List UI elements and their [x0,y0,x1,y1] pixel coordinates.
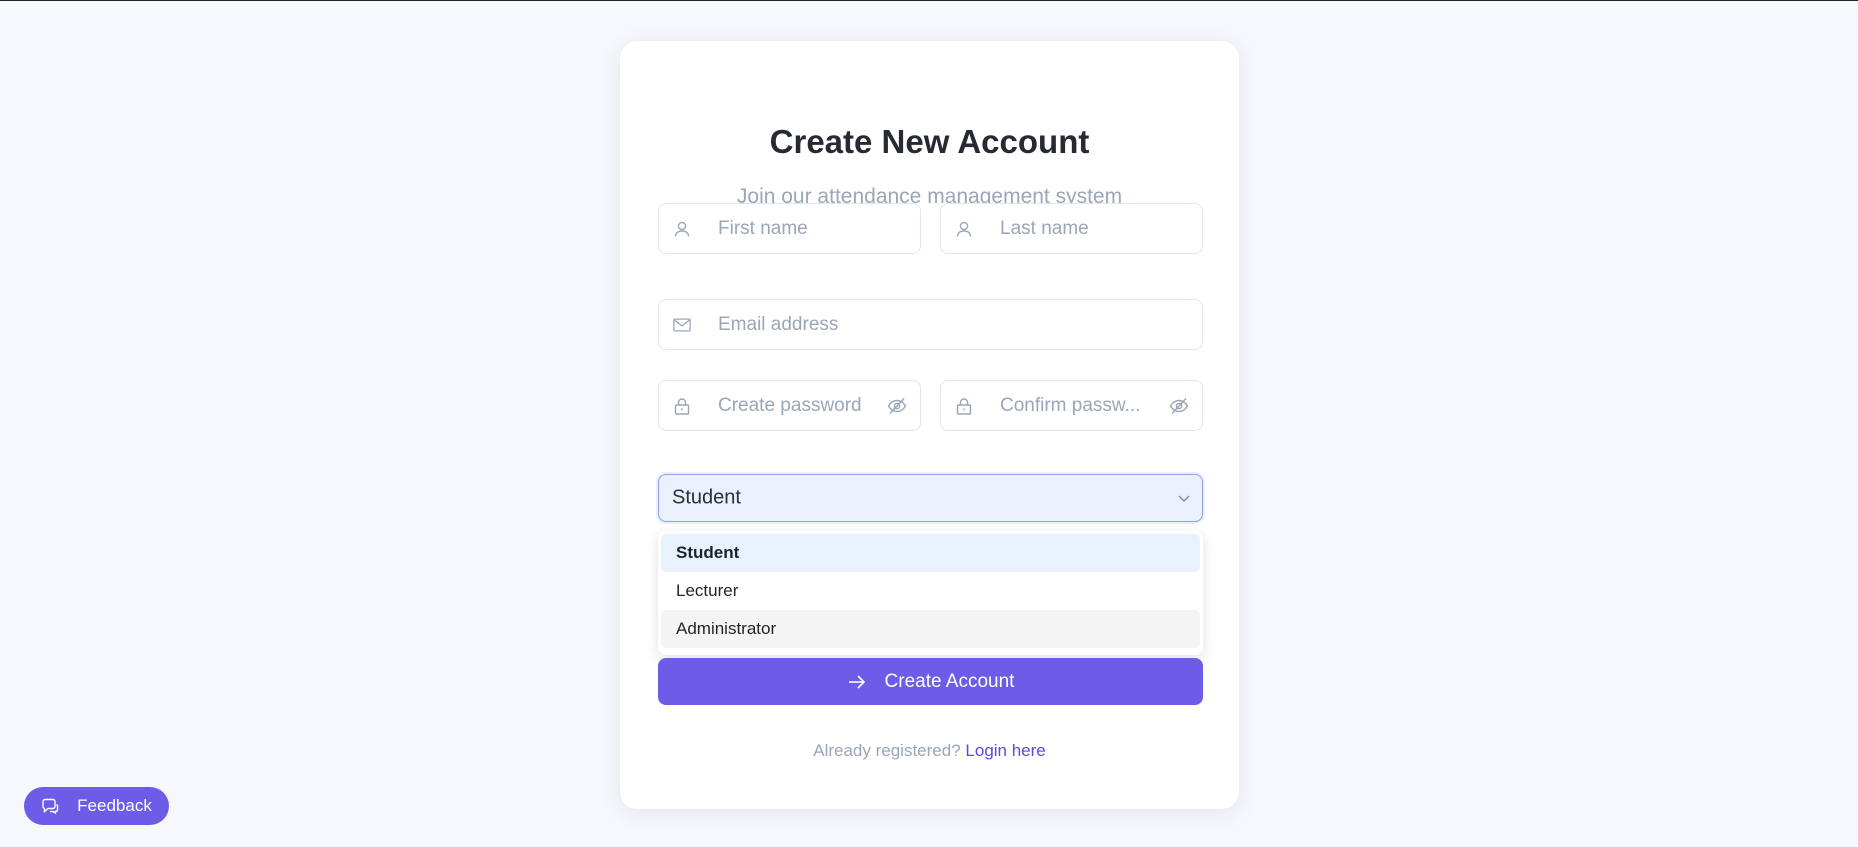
create-account-button[interactable]: Create Account [658,658,1203,705]
login-link[interactable]: Login here [965,741,1045,760]
login-prompt: Already registered? Login here [620,741,1239,761]
first-name-placeholder: First name [718,217,808,239]
signup-card: Create New Account Join our attendance m… [619,40,1240,810]
role-select-value: Student [672,486,741,509]
top-border [0,0,1858,1]
chat-icon [41,798,59,814]
password-field[interactable]: Create password [658,380,921,431]
role-dropdown-menu: Student Lecturer Administrator [658,531,1203,655]
confirm-password-field[interactable]: Confirm passw... [940,380,1203,431]
chevron-down-icon [1176,490,1192,506]
page-title: Create New Account [769,123,1090,160]
email-placeholder: Email address [718,313,839,335]
feedback-label: Feedback [77,796,152,815]
user-icon [673,220,691,238]
lock-icon [955,397,973,415]
email-field[interactable]: Email address [658,299,1203,350]
arrow-right-icon [847,674,867,690]
confirm-password-placeholder: Confirm passw... [1000,394,1141,416]
eye-off-icon[interactable] [886,395,908,417]
password-placeholder: Create password [718,394,862,416]
user-icon [955,220,973,238]
eye-off-icon[interactable] [1168,395,1190,417]
first-name-field[interactable]: First name [658,203,921,254]
mail-icon [673,316,691,334]
role-option-administrator[interactable]: Administrator [661,610,1200,648]
role-select[interactable]: Student [658,474,1203,522]
lock-icon [673,397,691,415]
login-prompt-text: Already registered? [813,741,961,760]
last-name-field[interactable]: Last name [940,203,1203,254]
last-name-placeholder: Last name [1000,217,1089,239]
create-account-label: Create Account [884,670,1015,692]
role-option-lecturer[interactable]: Lecturer [661,572,1200,610]
feedback-button[interactable]: Feedback [24,787,169,825]
role-option-student[interactable]: Student [661,534,1200,572]
